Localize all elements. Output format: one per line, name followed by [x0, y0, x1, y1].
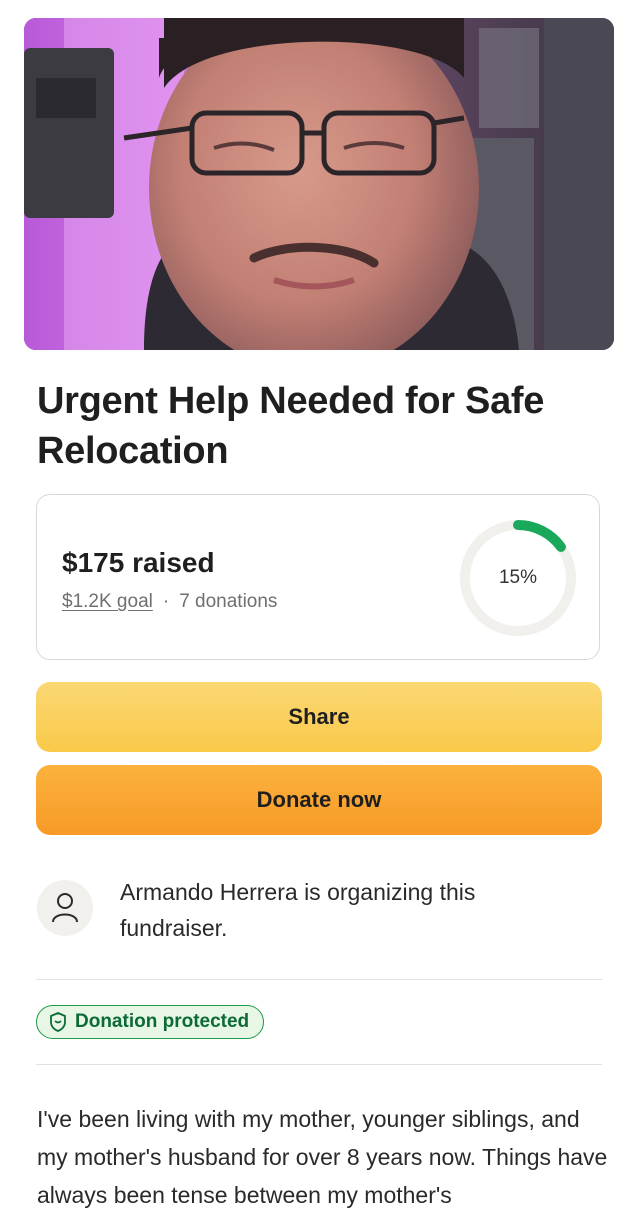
goal-link[interactable]: $1.2K goal [62, 591, 153, 613]
badge-label: Donation protected [75, 1011, 250, 1032]
divider [36, 979, 602, 980]
organizer-section: Armando Herrera is organizing this fundr… [36, 872, 602, 942]
story-text: I've been living with my mother, younger… [37, 1106, 608, 1208]
user-icon [52, 893, 78, 923]
share-button[interactable]: Share [36, 682, 602, 752]
organizer-text: Armando Herrera is organizing this fundr… [120, 879, 476, 941]
meta-separator: · [162, 591, 170, 612]
donations-count[interactable]: 7 donations [179, 591, 277, 613]
amount-raised: $175 raised [62, 547, 215, 578]
shield-icon [50, 1012, 66, 1032]
progress-meta: $1.2K goal · 7 donations [62, 591, 277, 613]
progress-percent: 15% [498, 567, 538, 588]
progress-ring: 15% [457, 517, 579, 639]
campaign-photo [24, 18, 614, 350]
organizer-avatar[interactable] [37, 880, 93, 936]
campaign-title: Urgent Help Needed for Safe Relocation [37, 380, 545, 472]
donate-button[interactable]: Donate now [36, 765, 602, 835]
donation-protected-badge[interactable]: Donation protected [36, 1005, 265, 1039]
divider [36, 1064, 602, 1065]
progress-card: $175 raised $1.2K goal · 7 donations 15% [36, 494, 600, 660]
